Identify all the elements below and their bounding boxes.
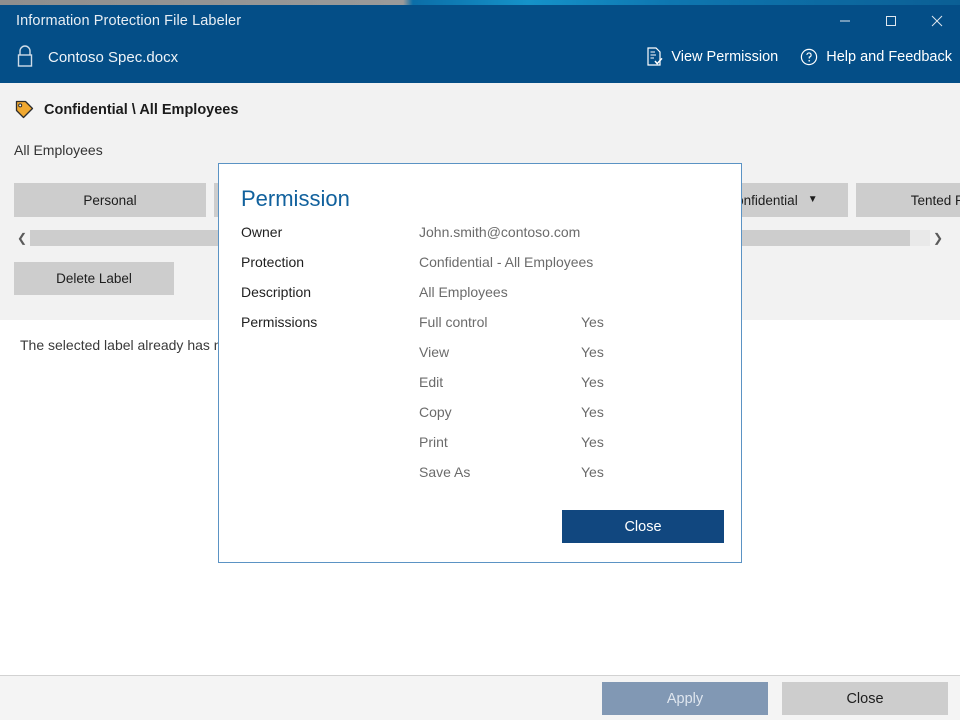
permission-row: Save As Yes: [241, 464, 721, 494]
close-button-footer[interactable]: Close: [782, 682, 948, 715]
close-button-label: Close: [846, 690, 884, 707]
permission-row: Edit Yes: [241, 374, 721, 404]
apply-button[interactable]: Apply: [602, 682, 768, 715]
document-identity: Contoso Spec.docx: [14, 44, 178, 70]
permission-dialog: Permission Owner John.smith@contoso.com …: [218, 163, 742, 563]
document-permission-icon: [646, 47, 663, 66]
permission-flag: Yes: [581, 314, 604, 330]
footer-buttons: Apply Close: [602, 682, 948, 715]
permission-flag: Yes: [581, 434, 604, 450]
permission-row: Print Yes: [241, 434, 721, 464]
permission-row: Owner John.smith@contoso.com: [241, 224, 721, 254]
chevron-left-icon[interactable]: ❮: [14, 227, 30, 249]
title-bar: Information Protection File Labeler Cont…: [0, 5, 960, 83]
footer-bar: Apply Close: [0, 675, 960, 720]
app-window: Information Protection File Labeler Cont…: [0, 0, 960, 720]
permission-value: Copy: [419, 404, 452, 420]
document-bar: Contoso Spec.docx View Permission Help a…: [0, 41, 960, 83]
lock-icon: [14, 44, 36, 70]
permission-rows: Owner John.smith@contoso.com Protection …: [241, 224, 721, 494]
permission-value: View: [419, 344, 450, 360]
current-label-header: Confidential \ All Employees: [14, 100, 238, 120]
permission-dialog-title: Permission: [241, 186, 350, 211]
permission-row: View Yes: [241, 344, 721, 374]
permission-row: Copy Yes: [241, 404, 721, 434]
help-and-feedback-button[interactable]: Help and Feedback: [800, 48, 952, 66]
current-label-subtitle: All Employees: [14, 142, 103, 158]
permission-flag: Yes: [581, 464, 604, 480]
permission-flag: Yes: [581, 404, 604, 420]
permission-value: All Employees: [419, 284, 508, 300]
title-bar-actions: View Permission Help and Feedback: [646, 47, 952, 66]
delete-label-button[interactable]: Delete Label: [14, 262, 174, 295]
permission-key: Owner: [241, 224, 283, 240]
permission-flag: Yes: [581, 344, 604, 360]
permission-dialog-close-label: Close: [624, 518, 662, 535]
question-circle-icon: [800, 48, 818, 66]
permission-row: Protection Confidential - All Employees: [241, 254, 721, 284]
close-button[interactable]: [914, 5, 960, 37]
permission-key: Permissions: [241, 314, 318, 330]
permission-key: Protection: [241, 254, 305, 270]
view-permission-button[interactable]: View Permission: [646, 47, 778, 66]
permission-value: Print: [419, 434, 448, 450]
apply-button-label: Apply: [666, 690, 704, 707]
label-chip-label: Personal: [83, 192, 137, 208]
delete-label-button-label: Delete Label: [56, 271, 132, 286]
label-chip-tented-project[interactable]: Tented Projec: [856, 183, 960, 217]
view-permission-label: View Permission: [671, 48, 779, 65]
permission-value: Full control: [419, 314, 488, 330]
maximize-button[interactable]: [868, 5, 914, 37]
permission-key: Description: [241, 284, 312, 300]
help-and-feedback-label: Help and Feedback: [826, 48, 952, 65]
minimize-button[interactable]: [822, 5, 868, 37]
permission-value: Edit: [419, 374, 444, 390]
current-label-title: Confidential \ All Employees: [44, 102, 239, 118]
permission-dialog-close-button[interactable]: Close: [562, 510, 724, 543]
permission-row: Description All Employees: [241, 284, 721, 314]
permission-row: Permissions Full control Yes: [241, 314, 721, 344]
document-name: Contoso Spec.docx: [48, 48, 179, 66]
permission-value: Confidential - All Employees: [419, 254, 594, 270]
chevron-right-icon[interactable]: ❯: [930, 227, 946, 249]
label-chip-label: Tented Projec: [910, 192, 960, 208]
permission-value: Save As: [419, 464, 471, 480]
chevron-down-icon: ▼: [807, 194, 818, 205]
permission-flag: Yes: [581, 374, 604, 390]
tag-icon: [14, 100, 34, 120]
label-chip-personal[interactable]: Personal: [14, 183, 206, 217]
window-title: Information Protection File Labeler: [16, 13, 242, 29]
permission-value: John.smith@contoso.com: [419, 224, 581, 240]
window-controls: [822, 5, 960, 37]
